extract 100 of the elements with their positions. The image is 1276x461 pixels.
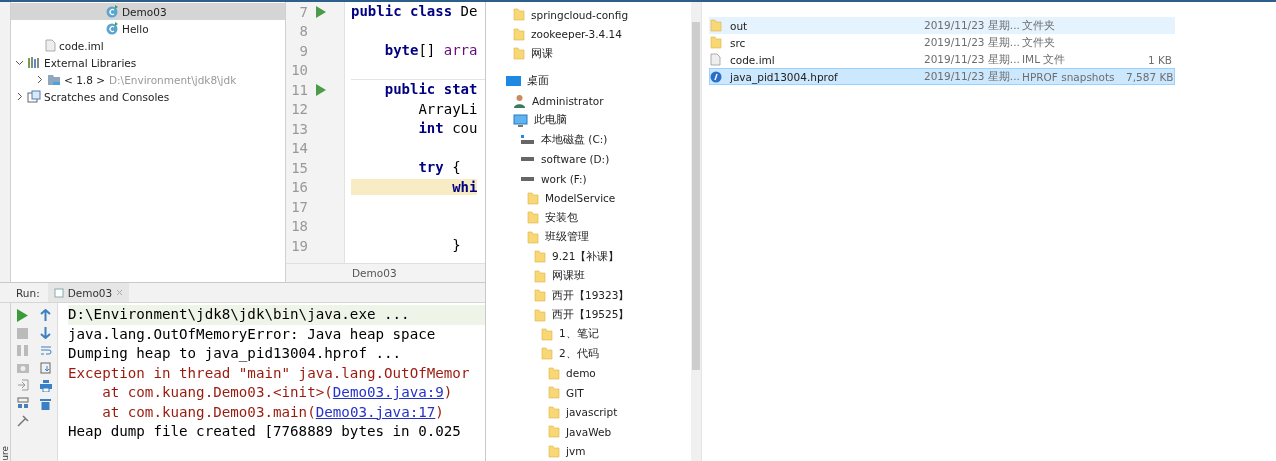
nav-item[interactable]: Administrator [486, 90, 691, 111]
camera-icon [16, 362, 29, 373]
layout-icon [16, 397, 29, 409]
code-line: try { [417, 158, 462, 177]
console-line: Dumping heap to java_pid13004.hprof ... [68, 344, 403, 364]
line-number: 15 [290, 159, 308, 176]
user-icon [513, 93, 526, 108]
close-icon [116, 289, 124, 296]
code-line: int cou [417, 119, 479, 138]
line-number: 7 [298, 3, 308, 20]
file-row[interactable]: java_pid13004.hprof 2019/11/23 星期... HPROF snapshots 7,587 KB [709, 68, 1175, 85]
folder-icon [527, 211, 539, 225]
exit-icon [16, 379, 29, 391]
line-number: 12 [290, 101, 308, 118]
nav-item[interactable]: 西开【19323】 [486, 285, 691, 306]
folder-icon [534, 250, 546, 264]
file-icon [710, 53, 721, 66]
drive-icon [521, 157, 534, 162]
file-name: code.iml [730, 53, 776, 66]
line-number: 14 [290, 140, 308, 157]
source-link[interactable]: Demo03.java:9 [332, 384, 444, 400]
tree-item[interactable]: code.iml [11, 37, 285, 54]
tree-item[interactable]: Hello [11, 20, 285, 37]
folder-icon [527, 191, 539, 205]
stop-icon [17, 328, 28, 339]
nav-item[interactable]: 桌面 [486, 71, 691, 91]
nav-item[interactable]: 此电脑 [486, 110, 691, 130]
folder-icon [548, 386, 560, 400]
nav-item[interactable]: ModelService [486, 188, 691, 208]
file-size: 1 KB [1146, 53, 1172, 66]
nav-item[interactable]: 班级管理 [486, 227, 691, 247]
folder-icon [534, 269, 546, 283]
nav-item[interactable]: 本地磁盘 (C:) [486, 129, 691, 150]
console-line: Exception in thread "main" java.lang.OutOfMemor [68, 363, 471, 383]
nav-item[interactable]: zookeeper-3.4.14 [486, 24, 691, 44]
folder-icon [710, 36, 722, 49]
nav-item[interactable]: 网课 [486, 43, 691, 64]
file-row[interactable]: code.iml 2019/11/23 星期... IML 文件 1 KB [709, 51, 1175, 68]
code-line: ArrayLi [417, 99, 479, 119]
nav-item[interactable]: springcloud-config [486, 5, 691, 25]
folder-icon [548, 366, 560, 380]
file-icon [53, 287, 64, 298]
library-icon [27, 56, 41, 69]
console-line: Heap dump file created [7768889 bytes in 0.025 [68, 422, 462, 441]
file-type: 文件夹 [1022, 18, 1056, 33]
line-number: 18 [290, 218, 308, 235]
line-number: 10 [290, 62, 308, 79]
tree-item[interactable]: < 1.8 > D:\Environment\jdk8\jdk [11, 71, 285, 88]
pause-icon [17, 345, 28, 356]
nav-item[interactable]: 西开【19525】 [486, 305, 691, 325]
nav-item[interactable]: demo [486, 363, 691, 384]
nav-item[interactable]: 安装包 [486, 207, 691, 228]
folder-icon [710, 19, 722, 32]
source-link[interactable]: Demo03.java:17 [315, 403, 436, 420]
code-line: byte[] arra [383, 41, 479, 60]
print-icon [39, 380, 52, 392]
run-tab[interactable]: Demo03 [47, 283, 130, 302]
folder-icon [548, 444, 560, 458]
nav-item[interactable]: 网课班 [486, 266, 691, 286]
folder-icon [513, 8, 525, 22]
snapshot-icon [710, 70, 722, 83]
file-icon [45, 39, 56, 52]
nav-item[interactable]: 1、笔记 [486, 324, 691, 345]
folder-icon [548, 425, 560, 439]
side-tab[interactable]: ure [0, 444, 10, 461]
line-number: 8 [298, 23, 308, 40]
tree-item[interactable]: Demo03 [11, 3, 285, 20]
nav-item[interactable]: jvm [486, 441, 691, 461]
nav-item[interactable]: software (D:) [486, 149, 691, 169]
file-date: 2019/11/23 星期... [924, 52, 1021, 67]
file-date: 2019/11/23 星期... [924, 35, 1021, 50]
scroll-end-icon [39, 362, 52, 374]
folder-icon [541, 347, 553, 361]
nav-item[interactable]: 9.21【补课】 [486, 246, 691, 267]
line-number: 17 [290, 198, 308, 215]
file-type: IML 文件 [1022, 52, 1067, 67]
nav-item[interactable]: GIT [486, 383, 691, 403]
up-arrow-icon [40, 309, 51, 321]
computer-icon [513, 113, 528, 127]
file-size: 7,587 KB [1126, 70, 1172, 83]
folder-icon [513, 47, 525, 61]
nav-item[interactable]: 2、代码 [486, 344, 691, 364]
line-number: 11 [290, 81, 308, 98]
editor-tab[interactable]: Demo03 [352, 267, 397, 279]
drive-icon [520, 134, 535, 146]
class-icon [106, 22, 119, 35]
nav-item[interactable]: work (F:) [486, 168, 691, 189]
tree-item[interactable]: External Libraries [11, 54, 285, 71]
file-row[interactable]: out 2019/11/23 星期... 文件夹 [709, 17, 1175, 34]
drive-icon [521, 176, 534, 181]
tree-item[interactable]: Scratches and Consoles [11, 88, 285, 105]
file-name: out [730, 19, 749, 32]
file-row[interactable]: src 2019/11/23 星期... 文件夹 [709, 34, 1175, 51]
nav-item[interactable]: JavaWeb [486, 422, 691, 442]
scrollbar-thumb[interactable] [692, 22, 700, 370]
file-name: java_pid13004.hprof [730, 70, 839, 83]
line-number: 9 [298, 42, 308, 59]
run-icon [17, 309, 28, 322]
wrap-icon [39, 345, 52, 356]
nav-item[interactable]: javascript [486, 402, 691, 423]
